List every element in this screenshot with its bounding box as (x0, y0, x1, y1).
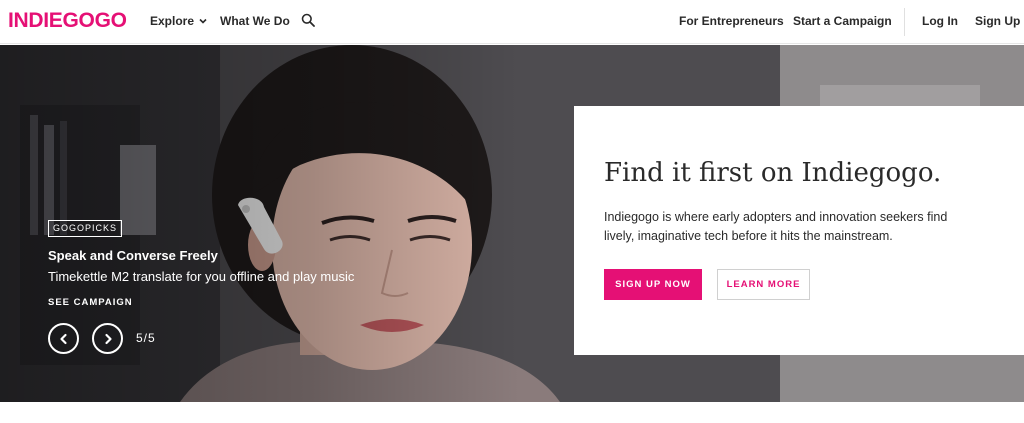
top-navigation: INDIEGOGO Explore What We Do For Entrepr… (0, 0, 1024, 44)
learn-more-button[interactable]: LEARN MORE (717, 269, 810, 300)
nav-divider (904, 8, 905, 36)
chevron-right-icon (104, 333, 112, 344)
search-icon[interactable] (301, 13, 315, 27)
carousel-slide-counter: 5/5 (136, 331, 156, 345)
carousel-next-button[interactable] (92, 323, 123, 354)
see-campaign-link[interactable]: SEE CAMPAIGN (48, 297, 133, 309)
signup-promo-card: Find it first on Indiegogo. Indiegogo is… (574, 106, 1024, 355)
chevron-down-icon (199, 18, 207, 24)
promo-title: Find it first on Indiegogo. (604, 158, 942, 188)
promo-description: Indiegogo is where early adopters and in… (604, 210, 948, 243)
hero-campaign-title: Speak and Converse Freely (48, 248, 218, 263)
nav-for-entrepreneurs[interactable]: For Entrepreneurs (679, 13, 784, 29)
nav-explore-label: Explore (150, 14, 195, 28)
chevron-left-icon (59, 333, 67, 344)
hero-campaign-subtitle: Timekettle M2 translate for you offline … (48, 269, 355, 284)
nav-sign-up[interactable]: Sign Up (975, 13, 1020, 29)
nav-log-in[interactable]: Log In (922, 13, 958, 29)
sign-up-now-button[interactable]: SIGN UP NOW (604, 269, 702, 300)
nav-explore[interactable]: Explore (150, 13, 208, 29)
indiegogo-logo[interactable]: INDIEGOGO (8, 9, 127, 33)
carousel-prev-button[interactable] (48, 323, 79, 354)
hero-banner: GOGOPICKS Speak and Converse Freely Time… (0, 45, 1024, 402)
nav-start-campaign[interactable]: Start a Campaign (793, 13, 892, 29)
nav-what-we-do[interactable]: What We Do (220, 13, 290, 29)
gogopicks-badge: GOGOPICKS (48, 220, 123, 237)
